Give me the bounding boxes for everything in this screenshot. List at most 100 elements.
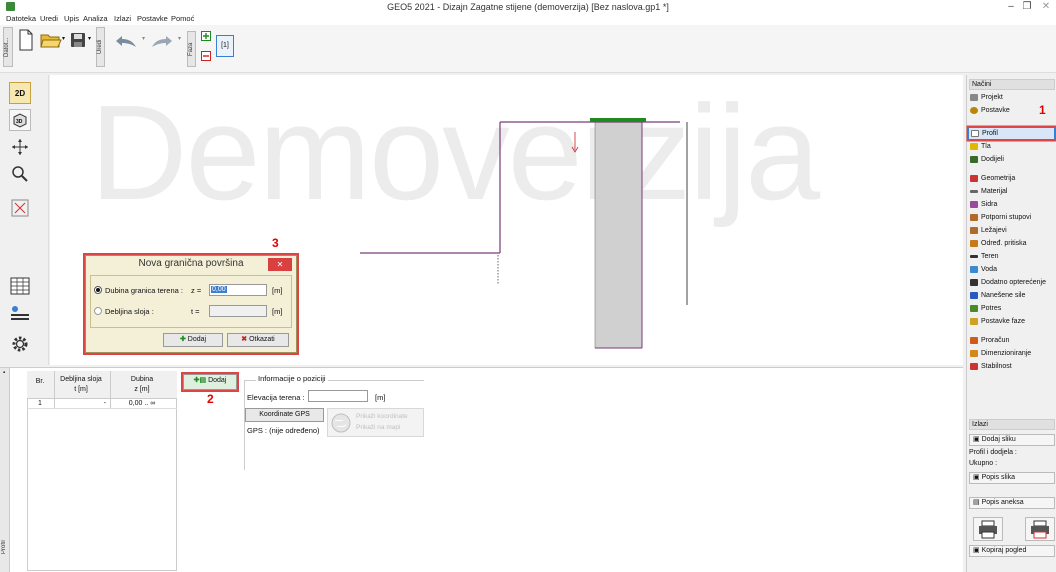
menu-input[interactable]: Upis [64,14,79,23]
dialog-close-button[interactable]: ✕ [268,258,292,271]
menu-outputs[interactable]: Izlazi [114,14,131,23]
elevation-input[interactable] [308,390,368,402]
menu-file[interactable]: Datoteka [6,14,36,23]
add-row-icon: ✚▤ [193,377,207,384]
view-3d-button[interactable]: 3D [9,109,31,131]
nav-geometry[interactable]: Geometrija [970,175,1015,182]
save-icon[interactable] [70,32,86,50]
pin-icon[interactable]: ▪ [3,370,5,376]
export-button[interactable] [1025,517,1055,541]
nav-settings[interactable]: Postavke [970,107,1010,114]
close-button[interactable]: ✕ [1038,0,1054,13]
nav-stability[interactable]: Stabilnost [970,363,1012,370]
dimensioning-icon [970,350,978,357]
total-label: Ukupno : [969,460,998,467]
labels-icon[interactable] [9,302,31,324]
image-list-button[interactable]: ▣ Popis slika [969,472,1055,484]
show-map-label: Prikaži na mapi [356,424,401,431]
save-dropdown-icon[interactable]: ▾ [88,35,91,42]
assign-icon [970,156,978,163]
dialog-add-button[interactable]: ✚ Dodaj [163,333,223,347]
nav-applied-forces[interactable]: Nanešene sile [970,292,1025,299]
phase-tab[interactable]: Faza [187,31,196,67]
remove-phase-icon[interactable] [201,51,211,63]
nav-profile[interactable]: Profil [968,127,1055,140]
col-header-depth-unit: z [m] [134,386,150,393]
gps-status: GPS : (nije određeno) [247,426,320,435]
water-icon [970,266,978,273]
col-header-thickness-unit: t [m] [74,386,88,393]
file-tab[interactable]: Datot... [3,27,13,67]
undo-dropdown-icon[interactable]: ▾ [142,35,145,42]
nav-terrain[interactable]: Teren [970,253,999,260]
redo-icon[interactable] [150,34,174,50]
nav-analysis[interactable]: Proračun [970,337,1009,344]
show-coords-label: Prikaži koordinate [356,413,408,420]
maximize-button[interactable]: ❐ [1019,0,1035,13]
menu-analysis[interactable]: Analiza [83,14,108,23]
nav-project[interactable]: Projekt [970,94,1003,101]
open-dropdown-icon[interactable]: ▾ [62,35,65,42]
nav-props[interactable]: Potporni stupovi [970,214,1031,221]
zoom-icon[interactable] [9,163,31,185]
profile-side-tab[interactable]: Profil [1,530,9,564]
option-depth-radio[interactable] [94,286,102,294]
menu-edit[interactable]: Uredi [40,14,58,23]
outputs-header: Izlazi [969,419,1055,430]
nav-stage-settings[interactable]: Postavke faze [970,318,1025,325]
nav-surcharge[interactable]: Dodatno opterećenje [970,279,1046,286]
nav-water[interactable]: Voda [970,266,997,273]
forces-icon [970,292,978,299]
nav-material[interactable]: Materijal [970,188,1007,195]
thickness-unit: [m] [272,307,283,316]
add-phase-icon[interactable] [201,31,211,43]
minimize-button[interactable]: – [1003,0,1019,13]
print-button[interactable] [973,517,1003,541]
surcharge-icon [970,279,978,286]
zoom-extents-icon[interactable] [9,197,31,219]
nav-supports[interactable]: Ležajevi [970,227,1007,234]
printer-export-icon [1031,520,1049,539]
annotation-2: 2 [207,392,214,406]
supports-icon [970,227,978,234]
option-thickness-radio[interactable] [94,307,102,315]
open-file-icon[interactable] [40,31,62,51]
redo-dropdown-icon[interactable]: ▾ [178,35,181,42]
stability-icon [970,363,978,370]
terrain-icon [970,255,978,258]
profile-icon [971,130,979,137]
phase-1-button[interactable]: [1] [216,35,234,57]
nav-dimensioning[interactable]: Dimenzioniranje [970,350,1031,357]
gps-coordinates-button[interactable]: Koordinate GPS [245,408,324,422]
edit-tab[interactable]: Uredi [96,27,105,67]
view-2d-button[interactable]: 2D [9,82,31,104]
add-image-button[interactable]: ▣ Dodaj sliku [969,434,1055,446]
new-file-icon[interactable] [18,29,34,53]
nav-anchors[interactable]: Sidra [970,201,997,208]
move-icon[interactable] [9,136,31,158]
menu-bar: Datoteka Uredi Upis Analiza Izlazi Posta… [0,13,1056,25]
settings-icon[interactable] [9,333,31,355]
row-1-thickness: - [103,400,106,407]
annex-list-button[interactable]: ▤ Popis aneksa [969,497,1055,509]
props-icon [970,214,978,221]
table-icon[interactable] [9,275,31,297]
new-boundary-dialog: Nova granična površina ✕ Dubina granica … [85,255,297,353]
nav-earthquake[interactable]: Potres [970,305,1001,312]
dialog-cancel-button[interactable]: ✖ Otkazati [227,333,289,347]
show-map-button[interactable]: Prikaži koordinate Prikaži na mapi [327,408,424,437]
undo-icon[interactable] [114,34,138,50]
option-thickness-var: t = [191,307,200,316]
window-title: GEO5 2021 - Dizajn Zagatne stijene (demo… [387,2,669,12]
nav-pressure[interactable]: Određ. pritiska [970,240,1027,247]
elevation-unit: [m] [375,393,386,402]
menu-settings[interactable]: Postavke [137,14,168,23]
copy-view-button[interactable]: ▣ Kopiraj pogled [969,545,1055,557]
left-toolbar: 2D 3D [0,75,49,365]
nav-soils[interactable]: Tla [970,143,991,150]
menu-help[interactable]: Pomoć [171,14,194,23]
thickness-input[interactable] [209,305,267,317]
nav-assign[interactable]: Dodijeli [970,156,1004,163]
table-add-button[interactable]: ✚▤ Dodaj [183,374,237,390]
annex-icon: ▤ [973,499,980,506]
